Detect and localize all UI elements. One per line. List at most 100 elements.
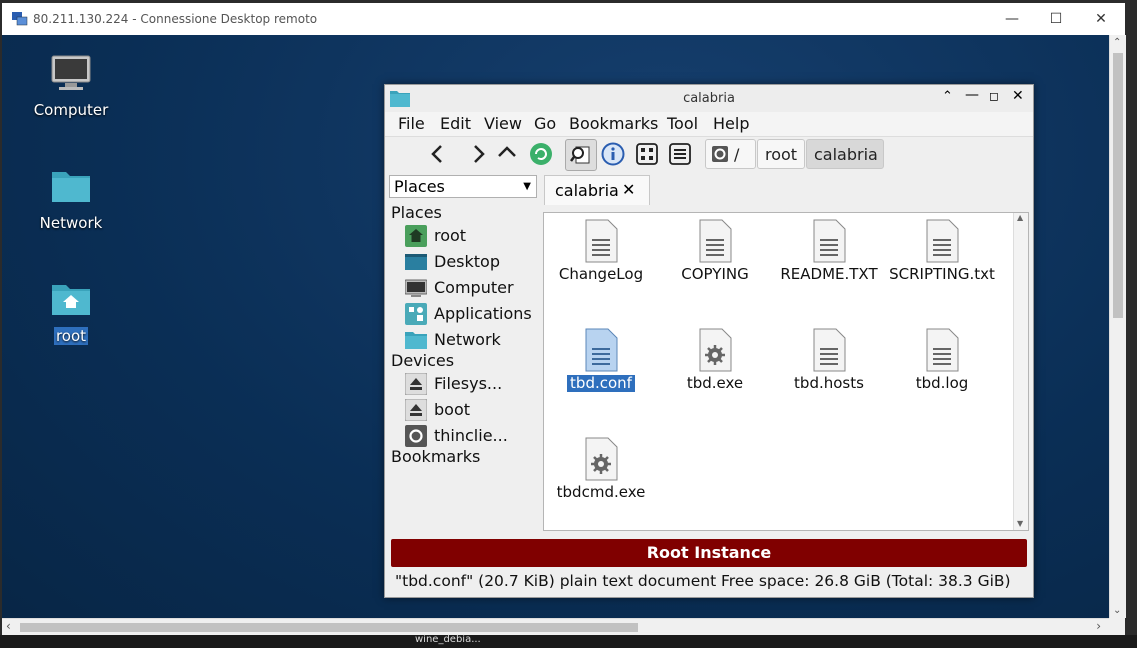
close-tab-icon[interactable]: ✕ <box>622 180 635 199</box>
grid-view-icon <box>636 143 658 165</box>
maximize-button[interactable]: ☐ <box>1033 3 1079 35</box>
menu-file[interactable]: File <box>398 114 425 133</box>
file-item[interactable]: tbd.hosts <box>774 328 884 392</box>
sidebar-item-label: boot <box>434 400 471 419</box>
menu-go[interactable]: Go <box>534 114 556 133</box>
sidebar-item-network[interactable]: Network <box>405 328 539 352</box>
drive-icon <box>712 146 728 162</box>
file-name: tbd.conf <box>567 375 635 392</box>
rdp-titlebar: 80.211.130.224 - Connessione Desktop rem… <box>2 3 1125 36</box>
file-item[interactable]: SCRIPTING.txt <box>888 219 996 283</box>
sidebar-item-desktop[interactable]: Desktop <box>405 250 539 274</box>
sidebar-item-root[interactable]: root <box>405 224 539 248</box>
home-folder-icon <box>52 285 90 315</box>
desktop-icon-computer[interactable]: Computer <box>26 53 116 119</box>
menu-bookmarks[interactable]: Bookmarks <box>569 114 658 133</box>
file-item[interactable]: tbd.log <box>888 328 996 392</box>
desktop-icon-label: Computer <box>33 101 109 119</box>
sidebar-item-applications[interactable]: Applications <box>405 302 539 326</box>
rdp-vertical-scrollbar[interactable]: ⌃ ⌄ <box>1109 35 1126 618</box>
list-view-button[interactable] <box>666 139 694 169</box>
scroll-down-icon[interactable]: ▼ <box>1017 519 1023 528</box>
text-file-icon <box>699 219 732 263</box>
sidebar-item-label: thinclie... <box>434 426 508 445</box>
computer-icon <box>405 279 427 297</box>
search-button[interactable] <box>565 139 597 171</box>
fm-titlebar[interactable]: calabria ⌃ — ◻ ✕ <box>385 85 1033 112</box>
path-root-label: / <box>734 145 740 164</box>
toolbar: / root calabria <box>385 137 1033 173</box>
file-name: ChangeLog <box>558 265 644 283</box>
file-name: README.TXT <box>780 265 878 283</box>
remote-desktop: Computer Network root calabria ⌃ — ◻ ✕ F… <box>2 35 1109 618</box>
info-button[interactable] <box>599 139 627 169</box>
sidebar-item-label: Network <box>434 330 501 349</box>
file-view-scrollbar[interactable]: ▲ ▼ <box>1013 213 1028 530</box>
scroll-up-icon[interactable]: ⌃ <box>1113 37 1121 48</box>
file-item[interactable]: tbdcmd.exe <box>546 437 656 501</box>
path-segment-calabria[interactable]: calabria <box>806 139 884 169</box>
scroll-left-icon[interactable]: ‹ <box>6 619 11 633</box>
menu-edit[interactable]: Edit <box>440 114 471 133</box>
minimize-button[interactable]: — <box>989 3 1035 35</box>
menu-view[interactable]: View <box>484 114 522 133</box>
tab-calabria[interactable]: calabria ✕ <box>544 175 650 205</box>
back-arrow-icon <box>431 145 442 163</box>
forward-arrow-icon <box>474 145 485 163</box>
path-root-button[interactable]: / <box>705 139 756 169</box>
desktop-icon-label: Network <box>39 214 103 232</box>
menu-tool[interactable]: Tool <box>667 114 698 133</box>
sidebar-item-thinclient[interactable]: thinclie... <box>405 424 539 448</box>
close-icon[interactable]: ✕ <box>1012 88 1024 104</box>
scroll-right-icon[interactable]: › <box>1096 619 1101 633</box>
status-free-space: Free space: 26.8 GiB (Total: 38.3 GiB) <box>721 572 1011 590</box>
sidebar-header-devices: Devices <box>391 351 455 370</box>
sidebar-item-label: Computer <box>434 278 514 297</box>
forward-button[interactable] <box>465 139 493 169</box>
scroll-corner <box>1109 618 1125 635</box>
file-item-selected[interactable]: tbd.conf <box>546 328 656 392</box>
sidebar-item-computer[interactable]: Computer <box>405 276 539 300</box>
rdp-horizontal-scrollbar[interactable]: ‹ › <box>2 618 1109 636</box>
close-button[interactable]: ✕ <box>1078 3 1124 35</box>
file-name: tbd.hosts <box>794 374 864 392</box>
icon-view-button[interactable] <box>633 139 661 169</box>
scroll-up-icon[interactable]: ▲ <box>1017 213 1023 222</box>
file-manager-window: calabria ⌃ — ◻ ✕ File Edit View Go Bookm… <box>384 84 1034 598</box>
info-icon <box>601 142 625 166</box>
text-file-icon <box>585 219 618 263</box>
up-button[interactable] <box>493 137 521 167</box>
places-dropdown[interactable]: Places ▼ <box>389 175 537 198</box>
maximize-icon[interactable]: ◻ <box>989 89 999 103</box>
fm-window-title: calabria <box>683 91 735 106</box>
text-file-icon <box>813 219 846 263</box>
file-item[interactable]: tbd.exe <box>660 328 770 392</box>
search-icon <box>570 146 590 164</box>
menu-help[interactable]: Help <box>713 114 749 133</box>
back-button[interactable] <box>423 139 451 169</box>
sidebar-item-label: Desktop <box>434 252 500 271</box>
scroll-down-icon[interactable]: ⌄ <box>1113 605 1121 616</box>
path-segment-root[interactable]: root <box>757 139 805 169</box>
desktop-icon-network[interactable]: Network <box>26 166 116 232</box>
desktop-icon-root[interactable]: root <box>26 279 116 345</box>
eject-icon <box>405 373 427 395</box>
file-view: ChangeLog COPYING README.TXT SCRIPTING.t… <box>543 212 1029 531</box>
sidebar-item-boot[interactable]: boot <box>405 398 539 422</box>
reload-button[interactable] <box>527 139 555 169</box>
minimize-icon[interactable]: — <box>965 87 979 103</box>
sidebar-item-label: Applications <box>434 304 532 323</box>
applications-icon <box>405 303 427 325</box>
file-name: tbdcmd.exe <box>556 483 646 501</box>
sidebar-item-filesystem[interactable]: Filesys... <box>405 372 539 396</box>
chevron-up-icon[interactable]: ⌃ <box>942 89 953 104</box>
sidebar-header-places: Places <box>391 203 442 222</box>
file-item[interactable]: COPYING <box>660 219 770 283</box>
scroll-thumb[interactable] <box>1113 53 1123 318</box>
file-item[interactable]: README.TXT <box>774 219 884 283</box>
file-item[interactable]: ChangeLog <box>546 219 656 283</box>
scroll-thumb[interactable] <box>20 623 638 632</box>
taskbar-item-label[interactable]: wine_debia... <box>415 634 481 645</box>
folder-icon <box>405 332 427 349</box>
close-icon: ✕ <box>1095 11 1107 27</box>
